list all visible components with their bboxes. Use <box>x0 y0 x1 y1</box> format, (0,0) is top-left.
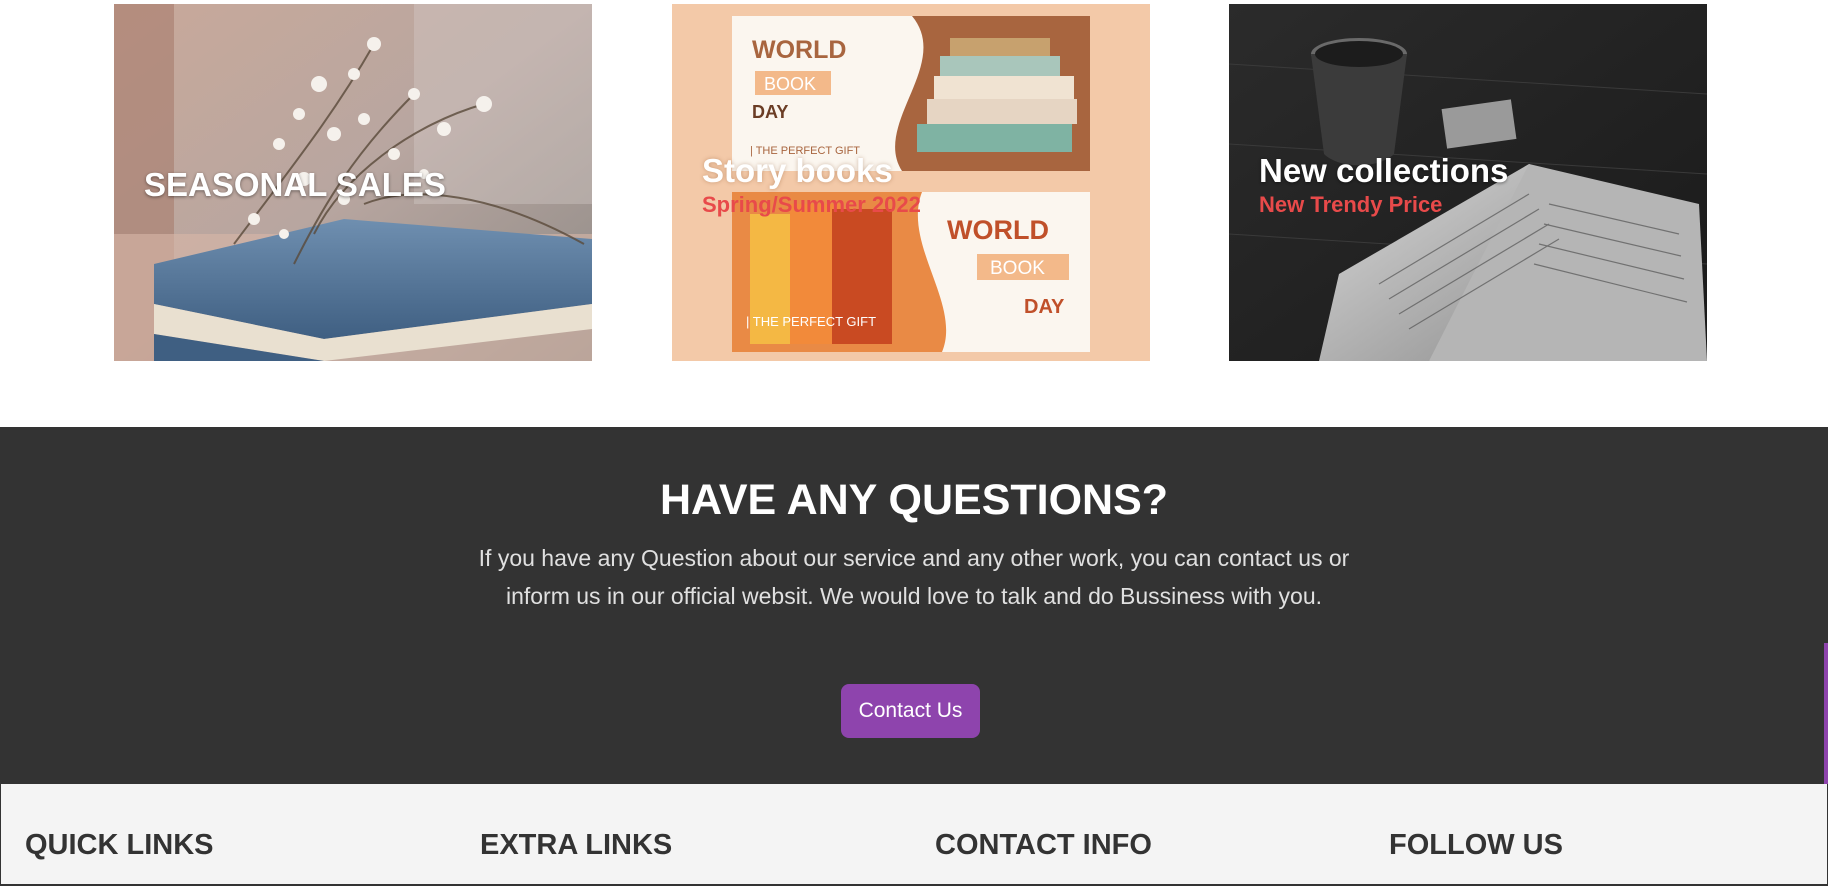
questions-text: If you have any Question about our servi… <box>478 545 1350 609</box>
banner-caption: SEASONAL SALES <box>144 166 446 204</box>
banner-new-collections[interactable]: New collections New Trendy Price <box>1229 4 1707 361</box>
poster-bottom-book: BOOK <box>990 258 1045 279</box>
poster-bottom-day: DAY <box>1024 296 1065 318</box>
banner-subtitle: Spring/Summer 2022 <box>702 192 921 217</box>
page: SEASONAL SALES WORLD BOOK DAY | THE PERF… <box>0 0 1828 886</box>
banner-row: SEASONAL SALES WORLD BOOK DAY | THE PERF… <box>0 0 1828 427</box>
poster-top-world: WORLD <box>752 36 846 64</box>
banner-title: New collections <box>1259 152 1509 189</box>
contact-us-button[interactable]: Contact Us <box>841 684 980 738</box>
banner-caption: New collections New Trendy Price <box>1259 152 1508 218</box>
banner-subtitle: New Trendy Price <box>1259 192 1443 217</box>
footer-heading-follow-us: FOLLOW US <box>1389 829 1563 861</box>
footer: QUICK LINKS EXTRA LINKS CONTACT INFO FOL… <box>0 784 1828 886</box>
footer-heading-contact-info: CONTACT INFO <box>935 829 1152 861</box>
poster-top-day: DAY <box>752 102 788 122</box>
poster-top-book: BOOK <box>764 74 816 94</box>
questions-title: HAVE ANY QUESTIONS? <box>659 476 1169 524</box>
questions-section: HAVE ANY QUESTIONS? If you have any Ques… <box>0 427 1828 784</box>
footer-heading-quick-links: QUICK LINKS <box>25 829 214 861</box>
banner-title: SEASONAL SALES <box>144 166 446 203</box>
banner-story-books[interactable]: WORLD BOOK DAY | THE PERFECT GIFT WORLD … <box>672 4 1150 361</box>
banner-seasonal-sales[interactable]: SEASONAL SALES <box>114 4 592 361</box>
footer-heading-extra-links: EXTRA LINKS <box>480 829 673 861</box>
poster-bottom-gift: | THE PERFECT GIFT <box>746 314 876 329</box>
poster-bottom-world: WORLD <box>947 215 1049 245</box>
banner-title: Story books <box>702 152 893 189</box>
banner-caption: Story books Spring/Summer 2022 <box>702 152 921 218</box>
